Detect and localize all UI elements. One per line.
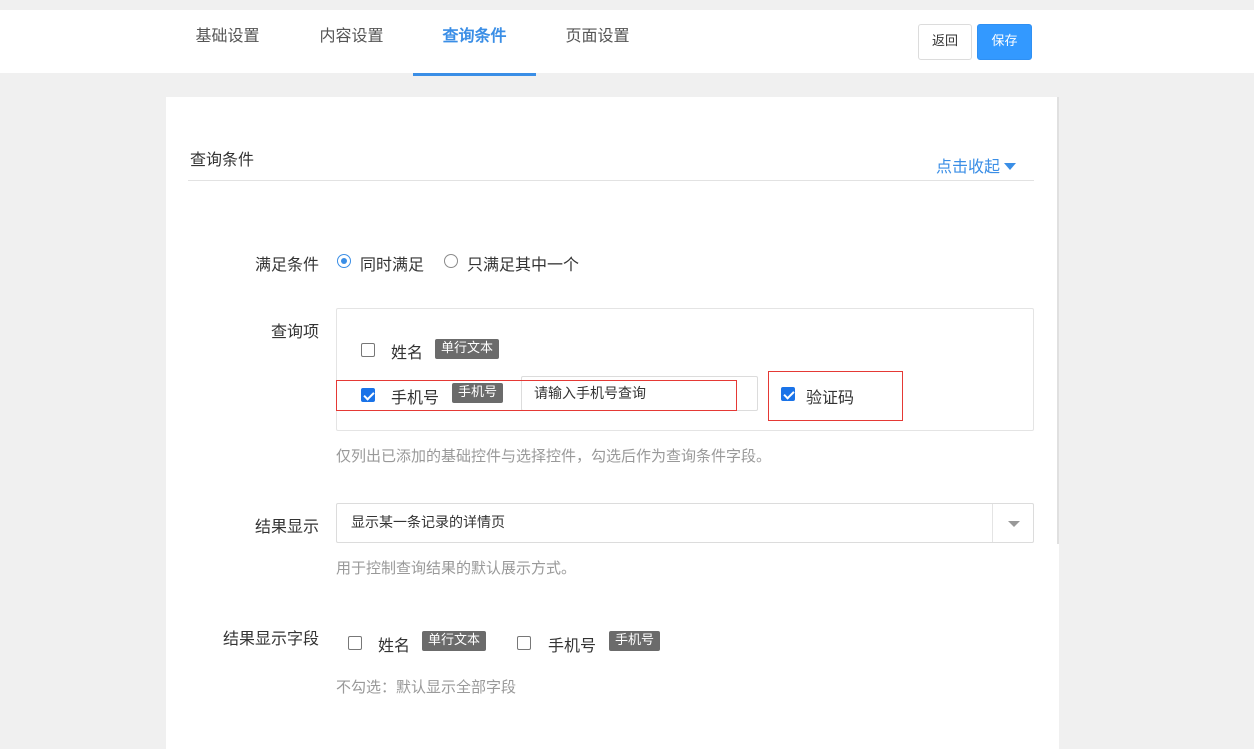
- result-phone-label: 手机号: [548, 636, 597, 655]
- query-verify-code-label: 验证码: [806, 388, 855, 407]
- result-name-type-tag: 单行文本: [422, 631, 487, 651]
- radio-match-all-label: 同时满足: [360, 255, 425, 274]
- top-bar: 基础设置 内容设置 查询条件 页面设置 返回 保存: [0, 10, 1254, 76]
- tab-basic-settings[interactable]: 基础设置: [166, 10, 289, 73]
- result-display-label: 结果显示: [254, 517, 319, 536]
- query-items-help: 仅列出已添加的基础控件与选择控件，勾选后作为查询条件字段。: [336, 447, 772, 465]
- phone-query-input[interactable]: [521, 376, 758, 411]
- panel-scroll-edge: [1057, 97, 1059, 544]
- radio-match-any-label: 只满足其中一个: [467, 255, 580, 274]
- result-name-label: 姓名: [378, 636, 411, 655]
- checkbox-result-phone[interactable]: [517, 636, 531, 650]
- checkbox-query-name[interactable]: [361, 343, 375, 357]
- tab-content-settings[interactable]: 内容设置: [290, 10, 413, 73]
- checkbox-query-verify-code[interactable]: [781, 387, 795, 401]
- section-divider: [188, 180, 1034, 181]
- result-fields-label: 结果显示字段: [222, 629, 319, 648]
- query-phone-type-tag: 手机号: [452, 383, 504, 403]
- collapse-label: 点击收起: [936, 157, 1001, 176]
- result-display-help: 用于控制查询结果的默认展示方式。: [336, 559, 577, 577]
- radio-match-any[interactable]: [444, 254, 458, 268]
- checkbox-result-name[interactable]: [348, 636, 362, 650]
- match-condition-label: 满足条件: [254, 255, 319, 274]
- query-name-type-tag: 单行文本: [435, 339, 500, 359]
- back-button[interactable]: 返回: [918, 24, 972, 60]
- save-button[interactable]: 保存: [977, 24, 1032, 60]
- result-fields-help: 不勾选：默认显示全部字段: [336, 678, 517, 696]
- caret-down-icon: [1004, 163, 1017, 170]
- result-display-select[interactable]: 显示某一条记录的详情页: [336, 503, 1034, 543]
- query-items-label: 查询项: [270, 322, 319, 341]
- query-name-label: 姓名: [391, 343, 424, 362]
- checkbox-query-phone[interactable]: [361, 388, 375, 402]
- chevron-down-icon: [1008, 521, 1020, 527]
- radio-match-all[interactable]: [337, 254, 351, 268]
- select-divider: [992, 504, 993, 542]
- query-phone-label: 手机号: [391, 388, 440, 407]
- tab-page-settings[interactable]: 页面设置: [536, 10, 659, 73]
- result-phone-type-tag: 手机号: [609, 631, 661, 651]
- section-title: 查询条件: [190, 150, 255, 169]
- query-items-box: [336, 308, 1034, 431]
- result-display-value: 显示某一条记录的详情页: [351, 515, 505, 531]
- tab-query-conditions[interactable]: 查询条件: [413, 10, 536, 76]
- collapse-toggle[interactable]: 点击收起: [936, 153, 1017, 177]
